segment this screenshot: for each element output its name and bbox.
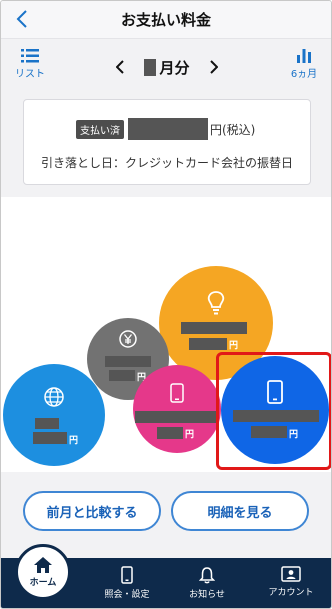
bubble-mobile-secondary[interactable]: 円 xyxy=(133,365,221,453)
month-suffix: 月分 xyxy=(159,58,190,77)
redacted-amount xyxy=(33,432,67,444)
nav-account[interactable]: アカウント xyxy=(261,566,321,598)
nav-inquiry-settings[interactable]: 照会・設定 xyxy=(97,566,157,600)
redacted-category-name xyxy=(135,411,219,423)
smartphone-icon xyxy=(170,383,184,403)
six-month-button[interactable]: 6ヵ月 xyxy=(287,49,321,80)
next-month-button[interactable] xyxy=(207,57,221,77)
nav-home-label: ホーム xyxy=(29,578,57,588)
payment-summary-card: 支払い済 円(税込) 引き落とし日：クレジットカード会社の振替日 xyxy=(23,99,311,185)
home-icon xyxy=(34,557,52,573)
list-button[interactable]: リスト xyxy=(13,49,47,80)
prev-month-button[interactable] xyxy=(113,57,127,77)
redacted-month xyxy=(144,58,157,76)
page-title: お支払い料金 xyxy=(120,11,211,29)
bar-chart-icon xyxy=(297,49,311,63)
nav-notices[interactable]: お知らせ xyxy=(177,566,237,600)
yen-label: 円 xyxy=(229,341,239,351)
debit-date-text: 引き落とし日：クレジットカード会社の振替日 xyxy=(40,156,293,170)
list-label: リスト xyxy=(15,69,45,80)
nav-account-label: アカウント xyxy=(268,588,314,598)
chevron-right-icon xyxy=(210,60,218,74)
bell-icon xyxy=(199,567,215,584)
month-bar: リスト 月分 6ヵ月 xyxy=(1,39,331,91)
redacted-amount xyxy=(157,427,183,439)
six-month-label: 6ヵ月 xyxy=(290,69,318,80)
nav-inquiry-label: 照会・設定 xyxy=(104,590,150,600)
yen-label: 円 xyxy=(69,436,79,446)
globe-icon xyxy=(44,387,64,407)
chevron-left-icon xyxy=(16,10,27,28)
month-label: 月分 xyxy=(144,57,190,78)
nav-notices-label: お知らせ xyxy=(189,590,225,600)
app-screen: お支払い料金 リスト 月分 6ヵ月 支払い済 円(税込) 引き落とし日：クレジッ… xyxy=(0,0,332,609)
redacted-category-name xyxy=(35,418,59,429)
status-badge: 支払い済 xyxy=(76,119,124,139)
id-card-icon xyxy=(281,566,301,582)
smartphone-icon xyxy=(121,566,133,584)
nav-home[interactable]: ホーム xyxy=(15,544,71,600)
highlight-box xyxy=(216,352,331,470)
redacted-amount xyxy=(189,338,227,350)
compare-previous-month-button[interactable]: 前月と比較する xyxy=(23,491,161,531)
month-navigator: 月分 xyxy=(113,55,221,79)
category-bubbles: 円 円 円 円 円 xyxy=(1,197,331,472)
back-button[interactable] xyxy=(11,8,33,30)
payment-amount-row: 支払い済 円(税込) xyxy=(76,118,255,140)
redacted-category-name xyxy=(105,356,151,367)
tax-label: 円(税込) xyxy=(210,122,256,137)
bottom-navigation: ホーム 照会・設定 お知らせ アカウント xyxy=(1,544,331,608)
yen-label: 円 xyxy=(185,430,195,440)
yen-coin-icon xyxy=(119,330,137,348)
redacted-amount xyxy=(109,370,135,381)
list-icon xyxy=(21,49,39,63)
lightbulb-icon xyxy=(207,291,225,315)
chevron-left-icon xyxy=(116,60,124,74)
top-header: お支払い料金 xyxy=(1,1,331,39)
redacted-amount xyxy=(128,118,208,140)
view-details-button[interactable]: 明細を見る xyxy=(171,491,309,531)
redacted-category-name xyxy=(181,322,247,334)
bubble-internet[interactable]: 円 xyxy=(3,364,105,466)
